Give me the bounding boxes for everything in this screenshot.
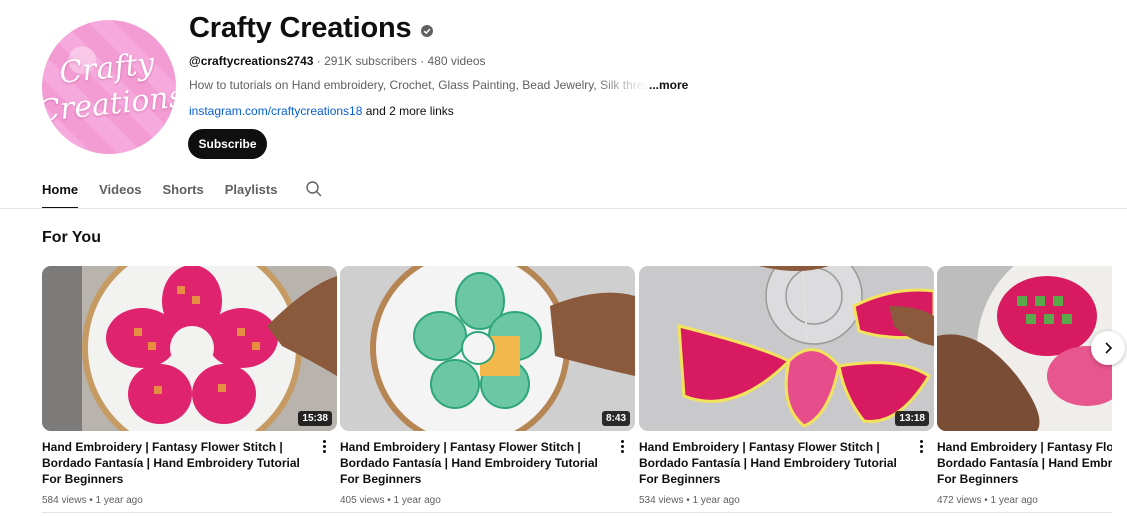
chevron-right-icon [1105, 342, 1113, 354]
view-count: 534 views [639, 495, 684, 506]
video-duration: 8:43 [601, 411, 630, 426]
upload-age: 1 year ago [393, 495, 441, 506]
view-count: 472 views [937, 495, 982, 506]
video-stats: 534 views • 1 year ago [639, 495, 934, 506]
channel-tabs: Home Videos Shorts Playlists [42, 176, 323, 209]
channel-description[interactable]: How to tutorials on Hand embroidery, Cro… [189, 78, 689, 92]
instagram-link[interactable]: instagram.com/craftycreations18 [189, 104, 362, 118]
subscribe-button[interactable]: Subscribe [188, 129, 267, 159]
thumbnail-image [937, 266, 1112, 431]
video-stats: 584 views • 1 year ago [42, 495, 337, 506]
more-links[interactable]: and 2 more links [362, 104, 454, 118]
channel-handle: @craftycreations2743 [189, 54, 314, 68]
channel-avatar: Crafty Creations [42, 20, 176, 154]
video-thumbnail[interactable]: 13:18 [639, 266, 934, 431]
stats-separator: • [384, 495, 394, 506]
more-options-icon[interactable] [615, 438, 629, 454]
video-count: 480 videos [427, 54, 486, 68]
video-card[interactable]: 15:38 Hand Embroidery | Fantasy Flower S… [42, 266, 337, 506]
verified-icon [421, 24, 434, 37]
stats-separator: • [683, 495, 693, 506]
video-duration: 13:18 [895, 411, 929, 426]
more-options-icon[interactable] [317, 438, 331, 454]
video-stats: 472 views • 1 year ago [937, 495, 1112, 506]
tabs-divider [0, 208, 1127, 209]
channel-links: instagram.com/craftycreations18 and 2 mo… [189, 104, 454, 118]
video-thumbnail[interactable]: 8:43 [340, 266, 635, 431]
channel-name: Crafty Creations [189, 12, 412, 44]
upload-age: 1 year ago [692, 495, 740, 506]
upload-age: 1 year ago [95, 495, 143, 506]
meta-separator-2: · [416, 54, 428, 68]
tab-playlists[interactable]: Playlists [225, 176, 278, 209]
video-title[interactable]: Hand Embroidery | Fantasy Flower Stitch … [340, 439, 612, 487]
tab-shorts[interactable]: Shorts [163, 176, 204, 209]
subscriber-count: 291K subscribers [324, 54, 417, 68]
channel-meta: @craftycreations2743 · 291K subscribers … [189, 54, 486, 68]
thumbnail-image [340, 266, 635, 431]
video-thumbnail[interactable]: 15:38 [42, 266, 337, 431]
description-text: How to tutorials on Hand embroidery, Cro… [189, 78, 649, 92]
meta-separator-1: · [313, 54, 325, 68]
view-count: 584 views [42, 495, 87, 506]
stats-separator: • [86, 495, 96, 506]
video-card[interactable]: Hand Embroidery | Fantasy Flower Stitch … [937, 266, 1112, 506]
video-duration: 15:38 [298, 411, 332, 426]
channel-title: Crafty Creations [189, 12, 434, 45]
section-title: For You [42, 229, 101, 246]
video-title[interactable]: Hand Embroidery | Fantasy Flower Stitch … [639, 439, 911, 487]
view-count: 405 views [340, 495, 385, 506]
stats-separator: • [981, 495, 991, 506]
video-card[interactable]: 13:18 Hand Embroidery | Fantasy Flower S… [639, 266, 934, 506]
tab-videos[interactable]: Videos [99, 176, 141, 209]
search-icon[interactable] [305, 180, 323, 198]
video-card[interactable]: 8:43 Hand Embroidery | Fantasy Flower St… [340, 266, 635, 506]
video-stats: 405 views • 1 year ago [340, 495, 635, 506]
tab-home[interactable]: Home [42, 176, 79, 209]
thumbnail-image [639, 266, 934, 431]
upload-age: 1 year ago [990, 495, 1038, 506]
more-options-icon[interactable] [914, 438, 928, 454]
video-title[interactable]: Hand Embroidery | Fantasy Flower Stitch … [937, 439, 1112, 487]
video-title[interactable]: Hand Embroidery | Fantasy Flower Stitch … [42, 439, 314, 487]
video-shelf: 15:38 Hand Embroidery | Fantasy Flower S… [42, 266, 1112, 506]
more-link[interactable]: ...more [649, 78, 688, 92]
video-thumbnail[interactable] [937, 266, 1112, 431]
section-divider [42, 512, 1112, 513]
shelf-next-button[interactable] [1091, 331, 1125, 365]
thumbnail-image [42, 266, 337, 431]
